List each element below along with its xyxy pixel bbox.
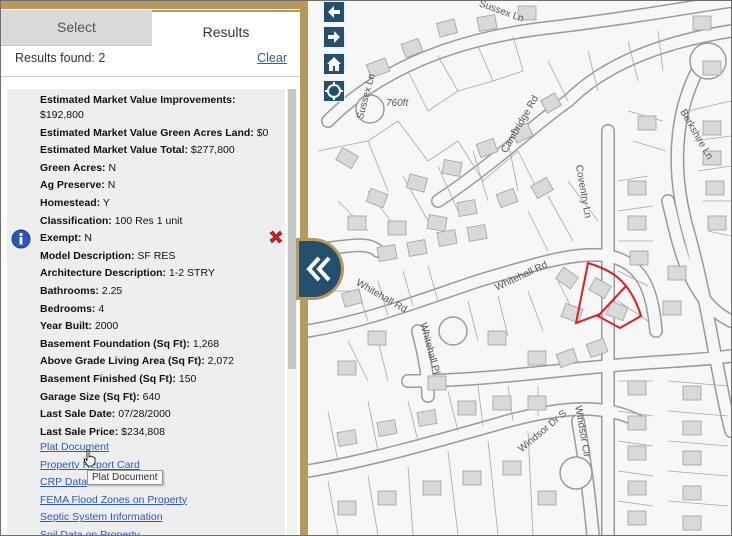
attribute-value: 640 bbox=[139, 390, 161, 403]
property-link[interactable]: Septic System Information bbox=[40, 511, 163, 523]
attribute-label: Green Acres: bbox=[40, 161, 106, 174]
scale-label: 760ft bbox=[386, 98, 409, 109]
attribute-label: Architecture Description: bbox=[40, 267, 167, 280]
attribute-value: N bbox=[81, 232, 92, 245]
attribute-row: Basement Finished (Sq Ft): 150 bbox=[40, 372, 196, 387]
attribute-value: 100 Res 1 unit bbox=[111, 214, 183, 227]
home-button[interactable] bbox=[323, 53, 345, 75]
attribute-value: 4 bbox=[95, 302, 105, 315]
attribute-value: 2,072 bbox=[204, 355, 234, 368]
attribute-value: $277,800 bbox=[188, 144, 235, 157]
attribute-value: 1-2 STRY bbox=[166, 267, 215, 280]
attribute-row: Architecture Description: 1-2 STRY bbox=[40, 266, 215, 281]
attribute-row: Exempt: N bbox=[40, 231, 92, 246]
pan-left-button[interactable] bbox=[323, 1, 345, 23]
attribute-row: Garage Size (Sq Ft): 640 bbox=[40, 390, 160, 405]
attribute-label: Above Grade Living Area (Sq Ft): bbox=[40, 355, 205, 368]
attribute-row: Basement Foundation (Sq Ft): 1,268 bbox=[40, 337, 219, 352]
attribute-label: Exempt: bbox=[40, 232, 82, 245]
arrow-right-icon bbox=[328, 31, 340, 43]
attribute-label: Classification: bbox=[40, 214, 112, 227]
results-count: Results found: 2 bbox=[15, 51, 106, 65]
attribute-value: $234,808 bbox=[118, 425, 165, 438]
attribute-label: Estimated Market Value Green Acres Land: bbox=[40, 126, 254, 139]
attribute-row: Model Description: SF RES bbox=[40, 249, 175, 264]
attribute-row: Green Acres: N bbox=[40, 161, 116, 176]
results-list[interactable]: Estimated Market Value Improvements: $192… bbox=[7, 89, 285, 535]
attribute-value: SF RES bbox=[134, 249, 176, 262]
attribute-label: Ag Preserve: bbox=[40, 179, 105, 192]
attribute-label: Garage Size (Sq Ft): bbox=[40, 390, 140, 403]
property-link[interactable]: Soil Data on Property bbox=[40, 529, 140, 535]
attribute-row: Last Sale Date: 07/28/2000 bbox=[40, 407, 171, 422]
attribute-label: Estimated Market Value Total: bbox=[40, 144, 189, 157]
attribute-label: Basement Finished (Sq Ft): bbox=[40, 373, 176, 385]
attribute-row: Above Grade Living Area (Sq Ft): 2,072 bbox=[40, 354, 234, 369]
info-icon[interactable] bbox=[11, 229, 31, 249]
attribute-label: Bedrooms: bbox=[40, 302, 96, 315]
attribute-row: Bathrooms: 2.25 bbox=[40, 284, 122, 299]
attribute-label: Estimated Market Value Improvements: bbox=[40, 94, 236, 106]
panel-tabs: Select Results bbox=[1, 10, 300, 46]
attribute-label: Model Description: bbox=[40, 249, 135, 262]
locate-button[interactable] bbox=[323, 80, 345, 102]
attribute-row: Last Sale Price: $234,808 bbox=[40, 425, 165, 440]
attribute-value: 150 bbox=[175, 373, 197, 385]
attribute-row: Bedrooms: 4 bbox=[40, 302, 104, 317]
attribute-label: Year Built: bbox=[40, 320, 92, 333]
attribute-label: Last Sale Date: bbox=[40, 408, 116, 421]
attribute-value: 1,268 bbox=[189, 337, 220, 350]
divider bbox=[1, 76, 300, 77]
link-tooltip: Plat Document bbox=[87, 470, 163, 485]
results-scrollbar[interactable] bbox=[287, 89, 297, 535]
attribute-value: $192,800 bbox=[40, 109, 84, 121]
results-panel: Select Results Results found: 2 Clear Es… bbox=[1, 1, 300, 535]
attribute-value: N bbox=[104, 179, 116, 192]
attribute-row: Classification: 100 Res 1 unit bbox=[40, 214, 182, 229]
clear-link[interactable]: Clear bbox=[257, 51, 287, 65]
attribute-value: N bbox=[105, 161, 117, 174]
delete-x-icon[interactable] bbox=[267, 228, 285, 246]
property-link[interactable]: CRP Data bbox=[40, 476, 87, 488]
app-window: Sussex Ln Sussex Ln Cambridge Rd Coventr… bbox=[0, 0, 732, 536]
attribute-value: $0 bbox=[253, 126, 269, 139]
hand-cursor-icon bbox=[83, 449, 96, 467]
tab-results[interactable]: Results bbox=[152, 10, 300, 46]
panel-top-border bbox=[1, 1, 308, 9]
attribute-label: Homestead: bbox=[40, 197, 101, 209]
attribute-label: Basement Foundation (Sq Ft): bbox=[40, 337, 190, 350]
attribute-label: Last Sale Price: bbox=[40, 425, 119, 438]
arrow-left-icon bbox=[328, 6, 340, 18]
locate-icon bbox=[325, 82, 343, 100]
home-icon bbox=[327, 57, 341, 71]
parcel-map[interactable]: Sussex Ln Sussex Ln Cambridge Rd Coventr… bbox=[308, 1, 731, 535]
attribute-row: Ag Preserve: N bbox=[40, 178, 115, 193]
property-link[interactable]: Plat Document bbox=[40, 441, 109, 453]
attribute-label: Bathrooms: bbox=[40, 285, 99, 297]
pan-right-button[interactable] bbox=[323, 26, 345, 48]
double-chevron-left-icon bbox=[306, 256, 331, 282]
results-header: Results found: 2 Clear bbox=[15, 51, 287, 69]
collapse-panel-button[interactable] bbox=[299, 241, 341, 297]
attribute-row: $192,800 bbox=[40, 108, 84, 123]
attribute-row: Estimated Market Value Green Acres Land:… bbox=[40, 126, 268, 141]
attribute-value: 2000 bbox=[91, 320, 119, 333]
property-link[interactable]: FEMA Flood Zones on Property bbox=[40, 494, 187, 506]
attribute-row: Estimated Market Value Total: $277,800 bbox=[40, 143, 235, 158]
tab-select[interactable]: Select bbox=[1, 10, 152, 46]
attribute-value: 07/28/2000 bbox=[115, 408, 171, 421]
attribute-value: 2.25 bbox=[98, 285, 123, 297]
attribute-row: Homestead: Y bbox=[40, 196, 110, 211]
scrollbar-thumb[interactable] bbox=[288, 89, 296, 369]
attribute-row: Year Built: 2000 bbox=[40, 319, 118, 334]
attribute-row: Estimated Market Value Improvements: bbox=[40, 93, 236, 108]
attribute-value: Y bbox=[100, 197, 110, 209]
